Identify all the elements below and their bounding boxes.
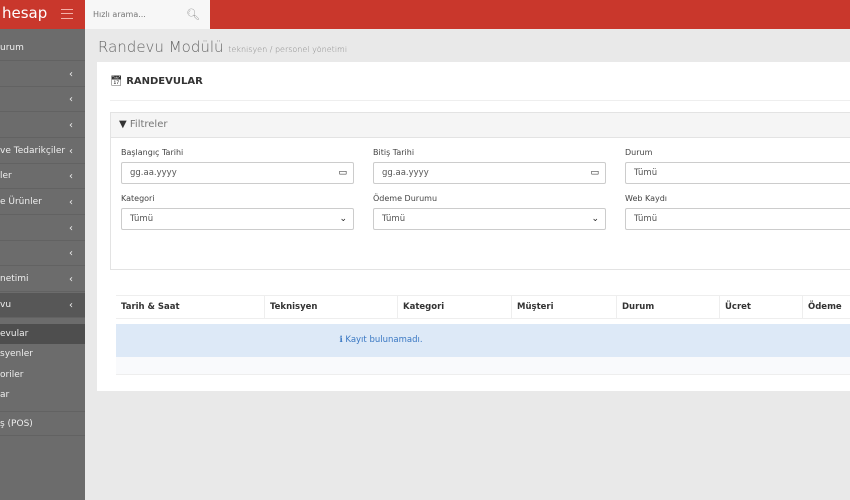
chevron-left-icon: ‹ (69, 223, 73, 234)
chevron-down-icon: ⌄ (339, 214, 347, 224)
start-date-group: Başlangıç Tarihi gg.aa.yyyy ▭ (121, 148, 354, 184)
page-title: Randevu Modülü teknisyen / personel yöne… (98, 38, 348, 56)
chevron-left-icon: ‹ (69, 146, 73, 157)
column-header[interactable]: Kategori (397, 296, 444, 319)
quick-search: 🔍︎ (85, 0, 210, 29)
chevron-left-icon: ‹ (69, 94, 73, 105)
filters-header[interactable]: ▼ Filtreler (111, 113, 850, 138)
panel-title: 📅︎ RANDEVULAR (110, 76, 203, 87)
category-group: Kategori Tümü ⌄ (121, 194, 354, 230)
column-header[interactable]: Teknisyen (264, 296, 317, 319)
chevron-left-icon: ‹ (69, 120, 73, 131)
calendar-icon: ▭ (590, 168, 599, 178)
category-select[interactable]: Tümü ⌄ (121, 208, 354, 230)
submenu-technicians[interactable]: syenler (0, 344, 85, 364)
column-header[interactable]: Tarih & Saat (116, 296, 180, 319)
column-header[interactable]: Müşteri (511, 296, 554, 319)
column-header[interactable]: Ücret (719, 296, 751, 319)
payment-status-select[interactable]: Tümü ⌄ (373, 208, 606, 230)
filters-box: ▼ Filtreler Başlangıç Tarihi gg.aa.yyyy ▭ … (110, 112, 850, 270)
chevron-down-icon: ⌄ (591, 214, 599, 224)
submenu-categories[interactable]: oriler (0, 365, 85, 385)
sidebar-item-pos[interactable]: ş (POS) (0, 411, 85, 436)
hamburger-menu-icon[interactable] (61, 9, 73, 19)
search-icon[interactable]: 🔍︎ (186, 8, 200, 21)
start-date-input[interactable]: gg.aa.yyyy ▭ (121, 162, 354, 184)
appointments-panel: 📅︎ RANDEVULAR ▼ Filtreler Başlangıç Tari… (97, 62, 850, 391)
calendar-icon: 📅︎ (110, 76, 123, 87)
payment-status-group: Ödeme Durumu Tümü ⌄ (373, 194, 606, 230)
sidebar-item-products[interactable]: e Ürünler ‹ (0, 190, 85, 215)
column-header[interactable]: Durum (616, 296, 654, 319)
chevron-left-icon: ‹ (69, 171, 73, 182)
calendar-icon: ▭ (338, 168, 347, 178)
sidebar-item[interactable]: ‹ (0, 216, 85, 241)
sidebar-item-suppliers[interactable]: ve Tedarikçiler ‹ (0, 139, 85, 164)
table-footer-row (116, 357, 850, 375)
submenu-settings[interactable]: ar (0, 385, 85, 405)
end-date-group: Bitiş Tarihi gg.aa.yyyy ▭ (373, 148, 606, 184)
appointments-table: Tarih & Saat Teknisyen Kategori Müşteri … (116, 295, 850, 375)
sidebar-item[interactable]: ler ‹ (0, 164, 85, 189)
empty-message: ℹ Kayıt bulunamadı. (116, 324, 850, 357)
page-subtitle: teknisyen / personel yönetimi (228, 45, 348, 54)
sidebar-item-appointment[interactable]: vu ‹ (0, 293, 85, 318)
sidebar-item[interactable]: ‹ (0, 241, 85, 266)
chevron-left-icon: ‹ (69, 197, 73, 208)
end-date-input[interactable]: gg.aa.yyyy ▭ (373, 162, 606, 184)
brand-name: hesap (2, 4, 48, 22)
status-group: Durum Tümü (625, 148, 850, 184)
search-input[interactable] (85, 0, 185, 29)
column-header[interactable]: Ödeme (802, 296, 842, 319)
web-record-group: Web Kaydı Tümü (625, 194, 850, 230)
chevron-left-icon: ‹ (69, 300, 73, 311)
sidebar-item[interactable]: ‹ (0, 113, 85, 138)
sidebar-item-management[interactable]: netimi ‹ (0, 267, 85, 292)
chevron-left-icon: ‹ (69, 248, 73, 259)
info-icon: ℹ (339, 335, 343, 345)
sidebar-item[interactable]: ‹ (0, 62, 85, 87)
submenu-appointments[interactable]: evular (0, 324, 85, 344)
chevron-left-icon: ‹ (69, 69, 73, 80)
table-header: Tarih & Saat Teknisyen Kategori Müşteri … (116, 295, 850, 319)
status-select[interactable]: Tümü (625, 162, 850, 184)
web-record-select[interactable]: Tümü (625, 208, 850, 230)
sidebar: urum ‹ ‹ ‹ ve Tedarikçiler ‹ ler ‹ e Ürünl… (0, 29, 85, 500)
sidebar-item[interactable]: ‹ (0, 87, 85, 112)
sidebar-item[interactable]: urum (0, 36, 85, 61)
divider (110, 100, 850, 101)
filter-icon: ▼ (119, 119, 127, 130)
chevron-left-icon: ‹ (69, 274, 73, 285)
